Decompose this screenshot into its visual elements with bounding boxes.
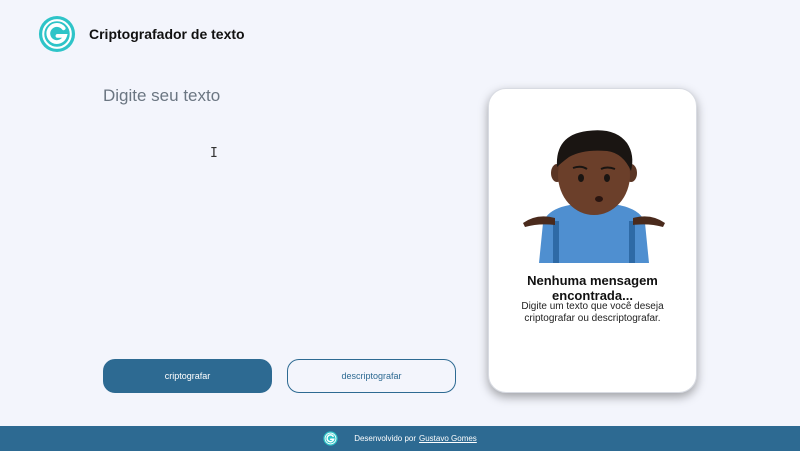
- empty-state-title: Nenhuma mensagem encontrada...: [527, 273, 658, 303]
- author-link[interactable]: Gustavo Gomes: [419, 434, 477, 443]
- g-logo-icon: [323, 431, 338, 446]
- header: Criptografador de texto: [38, 15, 245, 53]
- person-shrugging-icon: [523, 130, 665, 263]
- decrypt-button[interactable]: descriptografar: [287, 359, 456, 393]
- result-card: Nenhuma mensagem encontrada... Digite um…: [488, 88, 697, 393]
- app-title: Criptografador de texto: [89, 26, 245, 42]
- empty-state-text: Digite um texto que você deseja criptogr…: [521, 301, 664, 324]
- encrypt-button[interactable]: criptografar: [103, 359, 272, 393]
- footer: Desenvolvido por Gustavo Gomes: [0, 426, 800, 451]
- text-input[interactable]: [103, 86, 463, 336]
- g-logo-icon: [38, 15, 76, 53]
- text-cursor-icon: I: [210, 146, 218, 161]
- footer-text: Desenvolvido por: [354, 434, 416, 443]
